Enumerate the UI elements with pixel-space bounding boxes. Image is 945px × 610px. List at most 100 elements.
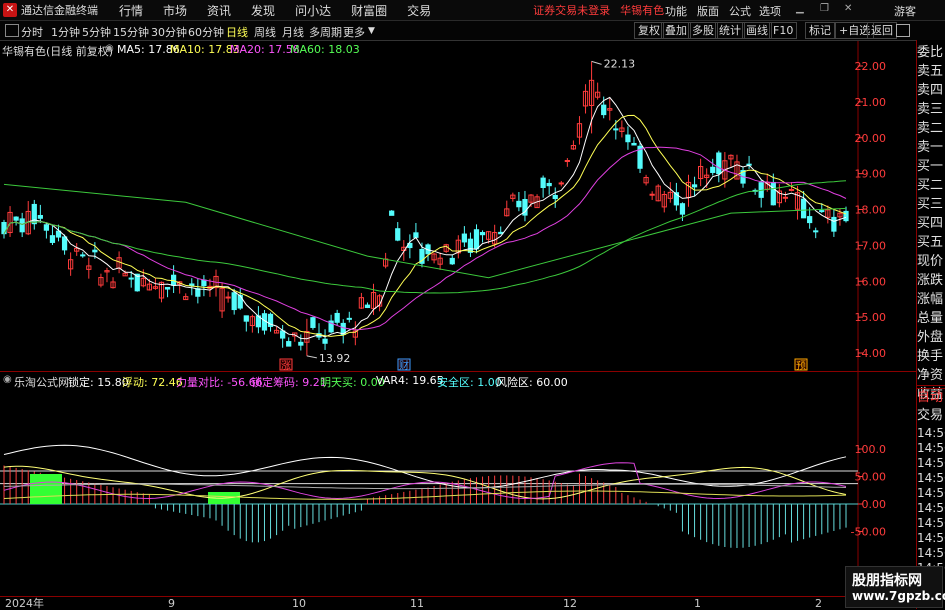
tab-timeframe-daily[interactable]: 日线	[226, 24, 248, 40]
quote-row-label[interactable]: 卖三	[917, 101, 945, 119]
chevron-down-icon[interactable]: ▼	[368, 26, 375, 36]
quote-row-label[interactable]: 涨跌	[917, 272, 945, 290]
candle-body	[413, 232, 419, 238]
restore-icon[interactable]: ❐	[820, 4, 830, 14]
candle-body	[43, 224, 50, 231]
candle-body	[80, 254, 86, 257]
price-tick-label: 17.00	[855, 239, 887, 252]
quote-row-label[interactable]: 买三	[917, 196, 945, 214]
quote-row-label[interactable]: 买五	[917, 234, 945, 252]
candle-body	[346, 317, 352, 320]
watermark-title: 股朋指标网	[852, 573, 922, 589]
back-button[interactable]: 返回	[867, 22, 897, 39]
tick-time: 14:56	[917, 471, 945, 485]
menu-item-function[interactable]: 功能	[665, 3, 687, 19]
quote-row-label[interactable]: 外盘	[917, 329, 945, 347]
tab-timeframe-weekly[interactable]: 周线	[254, 24, 276, 40]
tab-timeframe-5min[interactable]: 5分钟	[82, 24, 111, 40]
candle-body	[716, 152, 722, 175]
candle-body	[364, 304, 371, 309]
candle-body	[189, 283, 195, 287]
menu-item-trade[interactable]: 交易	[407, 2, 431, 19]
quote-row-label[interactable]: 卖二	[917, 120, 945, 138]
candle-body	[831, 216, 837, 232]
trade-label[interactable]: 交易	[917, 407, 945, 425]
low-annotation: 13.92	[319, 352, 351, 365]
auto-label[interactable]: 自动	[917, 389, 945, 407]
window-icon[interactable]	[5, 24, 19, 37]
candle-body	[164, 286, 171, 290]
tick-time: 14:56	[917, 501, 945, 515]
close-icon[interactable]: ✕	[844, 4, 854, 14]
quote-row-label[interactable]: 买一	[917, 158, 945, 176]
tab-timeframe-multi[interactable]: 多周期	[309, 24, 342, 40]
candle-body	[286, 341, 292, 347]
tab-timeframe-intraday[interactable]: 分时	[21, 24, 43, 40]
buy-signal-block	[30, 474, 62, 504]
candle-body	[813, 230, 819, 233]
legend-ma60: MA60: 18.03	[290, 43, 360, 56]
event-marker: 预	[796, 360, 806, 371]
quote-row-label[interactable]: 委比	[917, 44, 945, 62]
guest-label[interactable]: 游客	[894, 3, 916, 19]
menu-item-market[interactable]: 市场	[163, 2, 187, 19]
tick-time: 14:56	[917, 426, 945, 440]
tab-timeframe-monthly[interactable]: 月线	[282, 24, 304, 40]
price-tick-label: 19.00	[855, 168, 887, 181]
menu-item-ask[interactable]: 问小达	[295, 2, 331, 19]
tab-timeframe-1min[interactable]: 1分钟	[51, 24, 80, 40]
event-marker: 涨	[281, 360, 291, 371]
minimize-icon[interactable]: ▁	[796, 4, 806, 14]
menu-item-wealth[interactable]: 财富圈	[351, 2, 387, 19]
legend-toggle-icon[interactable]: ◉	[105, 43, 114, 54]
quote-row-label[interactable]: 总量	[917, 310, 945, 328]
quote-row-label[interactable]: 买二	[917, 177, 945, 195]
quote-row-label[interactable]: 卖四	[917, 82, 945, 100]
menu-item-news[interactable]: 资讯	[207, 2, 231, 19]
ma60-line-trend	[3, 183, 847, 279]
candle-body	[449, 257, 455, 265]
indicator-chart[interactable]: 100.0 50.00 0.00 -50.00	[0, 372, 916, 596]
price-tick-label: 14.00	[855, 347, 887, 360]
mark-button[interactable]: 标记	[805, 22, 835, 39]
quote-row-label[interactable]: 现价	[917, 253, 945, 271]
tick-time: 14:56	[917, 516, 945, 530]
tab-timeframe-60min[interactable]: 60分钟	[188, 24, 224, 40]
tab-timeframe-30min[interactable]: 30分钟	[151, 24, 187, 40]
menu-item-market-quotes[interactable]: 行情	[119, 2, 143, 19]
toolbar: 分时 1分钟 5分钟 15分钟 30分钟 60分钟 日线 周线 月线 多周期 更…	[0, 21, 945, 41]
quote-row-label[interactable]: 净资	[917, 367, 945, 385]
high-leader	[591, 60, 602, 65]
watermark-url: www.7gpzb.com	[852, 589, 945, 603]
adjust-button[interactable]: 复权	[634, 22, 664, 39]
candle-body	[601, 104, 607, 116]
statistics-button[interactable]: 统计	[715, 22, 745, 39]
quote-row-label[interactable]: 涨幅	[917, 291, 945, 309]
candle-body	[782, 196, 789, 199]
quote-row-label[interactable]: 换手	[917, 348, 945, 366]
quote-row-label[interactable]: 买四	[917, 215, 945, 233]
quote-row-label[interactable]: 卖一	[917, 139, 945, 157]
stock-name: 华锡有色	[620, 4, 665, 17]
menu-item-discover[interactable]: 发现	[251, 2, 275, 19]
date-label: 11	[410, 597, 424, 610]
multi-stock-button[interactable]: 多股	[688, 22, 718, 39]
panel-toggle-icon[interactable]	[896, 24, 910, 37]
f10-button[interactable]: F10	[769, 22, 798, 39]
draw-line-button[interactable]: 画线	[742, 22, 772, 39]
candle-body	[613, 128, 619, 131]
date-label: 12	[563, 597, 577, 610]
candlestick-chart[interactable]: 22.00 21.00 20.00 19.00 18.00 17.00 16.00 15.00…	[0, 41, 916, 371]
login-status[interactable]: 证券交易未登录	[533, 2, 610, 18]
quote-row-label[interactable]: 卖五	[917, 63, 945, 81]
candle-body	[540, 177, 546, 189]
tab-timeframe-15min[interactable]: 15分钟	[113, 24, 149, 40]
tab-timeframe-more[interactable]: 更多	[343, 24, 365, 40]
candle-body	[843, 210, 849, 222]
overlay-button[interactable]: 叠加	[661, 22, 691, 39]
menu-item-layout[interactable]: 版面	[697, 3, 719, 19]
menu-item-formula[interactable]: 公式	[729, 3, 751, 19]
legend-safe-zone: 安全区: 1.00	[437, 376, 502, 389]
menu-item-options[interactable]: 选项	[759, 3, 781, 19]
indicator-toggle-icon[interactable]: ◉	[3, 374, 12, 385]
